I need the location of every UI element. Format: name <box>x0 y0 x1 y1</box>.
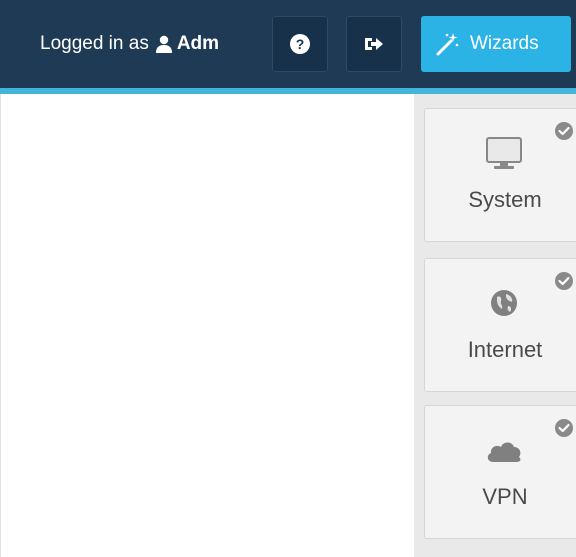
tile-label-system: System <box>468 187 542 212</box>
help-button[interactable]: ? <box>272 16 328 72</box>
tile-system[interactable]: System <box>424 108 576 242</box>
question-circle-icon: ? <box>290 34 310 54</box>
cloud-icon <box>487 442 521 462</box>
main-content-area <box>0 94 414 557</box>
globe-icon <box>491 290 517 316</box>
sign-out-icon <box>365 38 383 50</box>
top-bar: Logged in as Adm ? Wizards <box>0 0 576 88</box>
wizards-label: Wizards <box>470 33 539 54</box>
logout-button[interactable] <box>346 16 402 72</box>
wizards-button[interactable]: Wizards <box>421 16 571 72</box>
tile-label-internet: Internet <box>467 337 543 362</box>
check-circle-icon <box>555 272 573 290</box>
svg-text:?: ? <box>296 36 305 52</box>
user-icon <box>155 35 172 53</box>
logged-in-prefix: Logged in as <box>40 33 149 54</box>
check-circle-icon <box>555 419 573 437</box>
logged-in-status: Logged in as Adm <box>40 31 219 57</box>
monitor-icon <box>486 137 522 169</box>
tile-label-vpn: VPN <box>482 484 528 509</box>
tile-vpn[interactable]: VPN <box>424 405 576 539</box>
wizard-tiles-column: System Internet VPN <box>414 94 576 557</box>
tile-internet[interactable]: Internet <box>424 258 576 392</box>
magic-wand-icon <box>436 33 459 56</box>
user-name: Adm <box>176 33 220 54</box>
check-circle-icon <box>555 122 573 140</box>
